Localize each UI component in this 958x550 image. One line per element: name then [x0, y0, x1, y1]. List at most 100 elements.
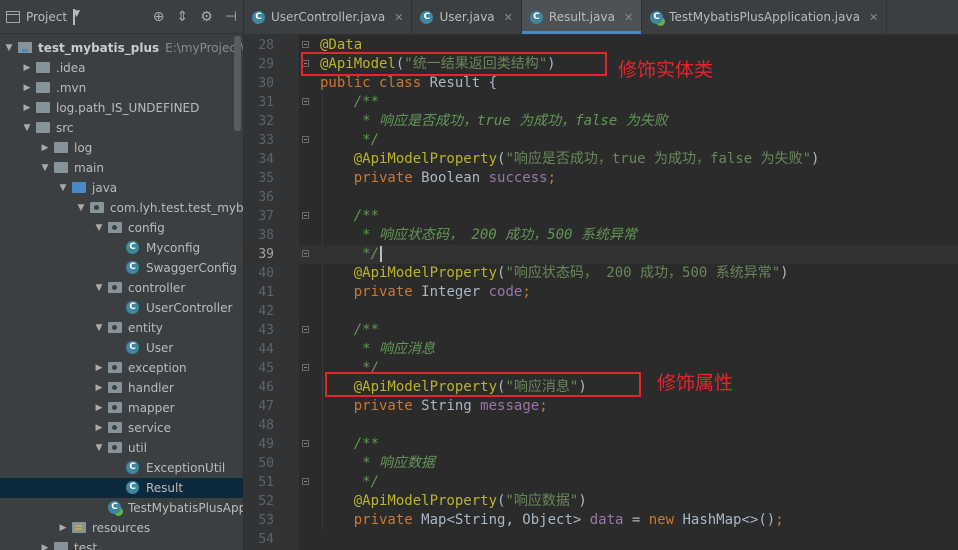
- tree-item[interactable]: ▶ test: [0, 538, 243, 550]
- project-title[interactable]: Project: [26, 10, 67, 24]
- hide-icon[interactable]: ⊣: [225, 9, 237, 25]
- tree-item[interactable]: ▼ entity: [0, 318, 243, 338]
- tree-item[interactable]: ▶ .idea: [0, 58, 243, 78]
- chevron-right-icon[interactable]: ▶: [94, 358, 104, 378]
- line-number: 34: [258, 152, 274, 167]
- tree-item[interactable]: C Myconfig: [0, 238, 243, 258]
- code-line[interactable]: 52 @ApiModelProperty("响应数据"): [244, 492, 958, 511]
- close-icon[interactable]: ✕: [624, 11, 633, 24]
- chevron-right-icon[interactable]: ▶: [22, 98, 32, 118]
- code-editor[interactable]: 28 @Data 29 @ApiModel("统一结果返回类结构") 30 public …: [244, 35, 958, 550]
- fold-marker-icon[interactable]: [302, 250, 309, 257]
- chevron-down-icon[interactable]: ▼: [58, 178, 68, 198]
- code-text: /**: [320, 208, 380, 224]
- tree-item[interactable]: ▼ test_mybatis_plusE:\myProject\tes: [0, 38, 243, 58]
- fold-marker-icon[interactable]: [302, 478, 309, 485]
- project-scrollbar[interactable]: [234, 36, 241, 131]
- tree-item[interactable]: ▶ .mvn: [0, 78, 243, 98]
- code-line[interactable]: 51 */: [244, 473, 958, 492]
- chevron-right-icon[interactable]: ▶: [94, 418, 104, 438]
- code-line[interactable]: 50 * 响应数据: [244, 454, 958, 473]
- code-line[interactable]: 54: [244, 530, 958, 549]
- code-line[interactable]: 39 */: [244, 245, 958, 264]
- close-icon[interactable]: ✕: [504, 11, 513, 24]
- code-line[interactable]: 31 /**: [244, 93, 958, 112]
- tree-item[interactable]: ▼ java: [0, 178, 243, 198]
- code-line[interactable]: 32 * 响应是否成功，true 为成功，false 为失败: [244, 112, 958, 131]
- chevron-down-icon[interactable]: ▼: [22, 118, 32, 138]
- editor-tab[interactable]: C Result.java ✕: [521, 0, 643, 34]
- chevron-down-icon[interactable]: ▼: [73, 8, 80, 25]
- locate-icon[interactable]: ⊕: [153, 9, 165, 25]
- tree-item-label: util: [128, 441, 147, 455]
- code-line[interactable]: 49 /**: [244, 435, 958, 454]
- fold-marker-icon[interactable]: [302, 440, 309, 447]
- tree-item[interactable]: ▶ log.path_IS_UNDEFINED: [0, 98, 243, 118]
- code-line[interactable]: 34 @ApiModelProperty("响应是否成功，true 为成功，fa…: [244, 150, 958, 169]
- tree-item[interactable]: C SwaggerConfig: [0, 258, 243, 278]
- tree-item[interactable]: ▼ controller: [0, 278, 243, 298]
- tree-item[interactable]: C Result: [0, 478, 243, 498]
- editor-tab[interactable]: C UserController.java ✕: [244, 0, 413, 34]
- chevron-down-icon[interactable]: ▼: [40, 158, 50, 178]
- tree-item[interactable]: ▶ exception: [0, 358, 243, 378]
- code-line[interactable]: 36: [244, 188, 958, 207]
- chevron-right-icon[interactable]: ▶: [40, 538, 50, 550]
- chevron-down-icon[interactable]: ▼: [76, 198, 86, 218]
- tree-item[interactable]: ▶ log: [0, 138, 243, 158]
- tree-item[interactable]: ▼ config: [0, 218, 243, 238]
- package-icon: [108, 282, 122, 293]
- code-line[interactable]: 42: [244, 302, 958, 321]
- code-line[interactable]: 40 @ApiModelProperty("响应状态码， 200 成功，500 …: [244, 264, 958, 283]
- fold-marker-icon[interactable]: [302, 212, 309, 219]
- tree-item[interactable]: ▶ resources: [0, 518, 243, 538]
- chevron-right-icon[interactable]: ▶: [22, 58, 32, 78]
- tree-item[interactable]: ▼ util: [0, 438, 243, 458]
- chevron-right-icon[interactable]: ▶: [22, 78, 32, 98]
- tree-item[interactable]: ▶ mapper: [0, 398, 243, 418]
- code-text: private String message;: [320, 398, 548, 414]
- code-line[interactable]: 44 * 响应消息: [244, 340, 958, 359]
- chevron-down-icon[interactable]: ▼: [94, 438, 104, 458]
- close-icon[interactable]: ✕: [869, 11, 878, 24]
- tree-item[interactable]: C UserController: [0, 298, 243, 318]
- fold-marker-icon[interactable]: [302, 364, 309, 371]
- code-line[interactable]: 35 private Boolean success;: [244, 169, 958, 188]
- tree-item[interactable]: ▼ main: [0, 158, 243, 178]
- code-line[interactable]: 47 private String message;: [244, 397, 958, 416]
- gear-icon[interactable]: ⚙: [200, 9, 213, 25]
- close-icon[interactable]: ✕: [394, 11, 403, 24]
- fold-marker-icon[interactable]: [302, 41, 309, 48]
- chevron-right-icon[interactable]: ▶: [94, 378, 104, 398]
- tree-item[interactable]: C User: [0, 338, 243, 358]
- tree-item[interactable]: C TestMybatisPlusAppl: [0, 498, 243, 518]
- tree-item-label: User: [146, 341, 174, 355]
- code-line[interactable]: 41 private Integer code;: [244, 283, 958, 302]
- fold-marker-icon[interactable]: [302, 98, 309, 105]
- editor-tab[interactable]: C TestMybatisPlusApplication.java ✕: [642, 0, 888, 34]
- code-line[interactable]: 48: [244, 416, 958, 435]
- chevron-down-icon[interactable]: ▼: [94, 218, 104, 238]
- code-line[interactable]: 33 */: [244, 131, 958, 150]
- tree-item[interactable]: ▶ service: [0, 418, 243, 438]
- chevron-right-icon[interactable]: ▶: [58, 518, 68, 538]
- editor-tab[interactable]: C User.java ✕: [412, 0, 522, 34]
- chevron-right-icon[interactable]: ▶: [94, 398, 104, 418]
- chevron-right-icon[interactable]: ▶: [40, 138, 50, 158]
- code-line[interactable]: 38 * 响应状态码， 200 成功，500 系统异常: [244, 226, 958, 245]
- tree-item[interactable]: C ExceptionUtil: [0, 458, 243, 478]
- chevron-down-icon[interactable]: ▼: [4, 38, 14, 58]
- code-line[interactable]: 43 /**: [244, 321, 958, 340]
- collapse-all-icon[interactable]: ⇕: [177, 9, 189, 25]
- code-line[interactable]: 30 public class Result {: [244, 74, 958, 93]
- code-line[interactable]: 53 private Map<String, Object> data = ne…: [244, 511, 958, 530]
- tree-item[interactable]: ▶ handler: [0, 378, 243, 398]
- line-number: 49: [258, 437, 274, 452]
- tree-item[interactable]: ▼ src: [0, 118, 243, 138]
- chevron-down-icon[interactable]: ▼: [94, 278, 104, 298]
- fold-marker-icon[interactable]: [302, 326, 309, 333]
- fold-marker-icon[interactable]: [302, 136, 309, 143]
- tree-item[interactable]: ▼ com.lyh.test.test_mybati: [0, 198, 243, 218]
- chevron-down-icon[interactable]: ▼: [94, 318, 104, 338]
- code-line[interactable]: 37 /**: [244, 207, 958, 226]
